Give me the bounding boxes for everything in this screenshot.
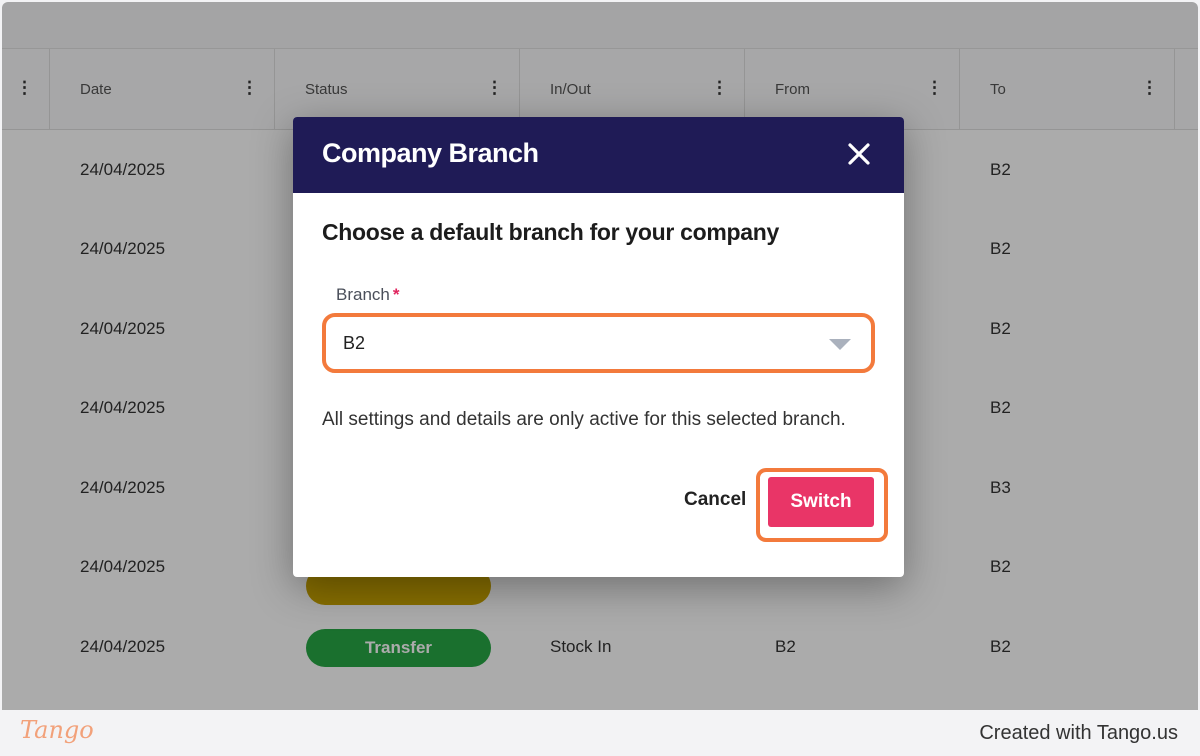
switch-button[interactable]: Switch [768,477,874,527]
branch-field-label: Branch * [336,285,400,305]
dialog-subtitle: Choose a default branch for your company [322,219,780,245]
required-marker: * [392,285,400,304]
company-branch-dialog: Company Branch Choose a default branch f… [293,117,904,577]
chevron-down-icon [829,339,851,350]
dialog-header: Company Branch [293,117,904,193]
branch-select-value: B2 [343,333,366,353]
footer-credit: Created with Tango.us [979,722,1178,744]
branch-note: All settings and details are only active… [322,409,846,430]
cancel-button[interactable]: Cancel [684,489,746,511]
dialog-title: Company Branch [322,138,539,168]
branch-select[interactable]: B2 [322,313,875,373]
branch-label-text: Branch [336,285,390,304]
close-icon[interactable] [846,141,872,167]
tango-logo: Tango [20,716,94,744]
